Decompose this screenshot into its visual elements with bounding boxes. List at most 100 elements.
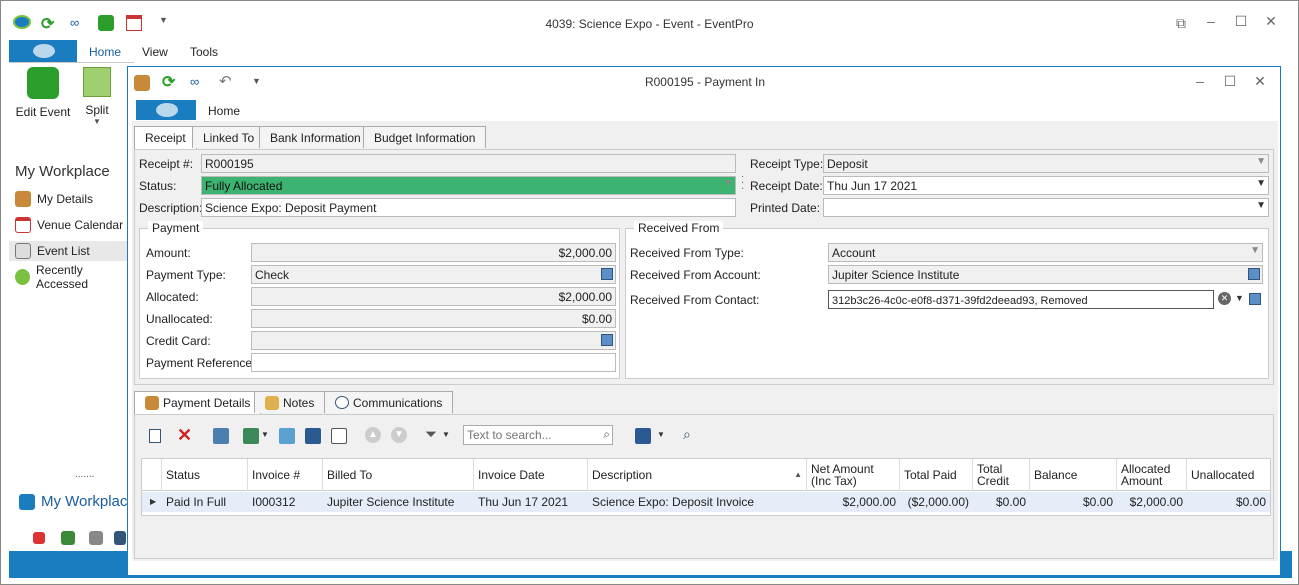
lookup-icon[interactable]: [1248, 268, 1260, 280]
workplace-item-label: Venue Calendar: [37, 218, 124, 232]
receipt-type-label: Receipt Type:: [750, 157, 824, 171]
workplace-item-recently-accessed[interactable]: Recently Accessed: [15, 263, 131, 291]
chevron-down-icon[interactable]: ▼: [657, 430, 665, 439]
tab-budget-information[interactable]: Budget Information: [363, 126, 487, 148]
inner-maximize-button[interactable]: ☐: [1218, 73, 1242, 90]
cell-description: Science Expo: Deposit Invoice: [592, 495, 755, 509]
inner-tab-home[interactable]: Home: [208, 104, 240, 118]
tab-payment-details[interactable]: Payment Details: [134, 391, 262, 414]
splitter-grip[interactable]: .......: [75, 469, 94, 480]
tab-tools[interactable]: Tools: [190, 45, 218, 59]
grid-header-description[interactable]: Description ▲: [588, 459, 807, 491]
detail-tabs: Payment Details Notes Communications: [134, 391, 734, 415]
receipt-tabs: Receipt Linked To Bank Information Budge…: [134, 126, 1034, 150]
tab-bank-information[interactable]: Bank Information: [259, 126, 372, 148]
amount-field[interactable]: $2,000.00: [251, 243, 616, 262]
grid-header-total-credit[interactable]: Total Credit: [973, 459, 1030, 491]
printed-date-field[interactable]: ▼: [823, 198, 1269, 217]
tab-label: Notes: [283, 395, 315, 410]
map-icon[interactable]: [61, 531, 75, 545]
grid-header-total-paid[interactable]: Total Paid: [900, 459, 973, 491]
printer-icon[interactable]: [89, 531, 103, 545]
chevron-down-icon[interactable]: ▼: [261, 430, 269, 439]
move-down-icon[interactable]: ▼: [391, 427, 407, 443]
clear-icon[interactable]: ✕: [1218, 292, 1231, 305]
received-from-type-field[interactable]: Account ▼: [828, 243, 1263, 262]
export-icon[interactable]: [635, 428, 651, 444]
lookup-icon[interactable]: [601, 334, 613, 346]
outer-window-title: 4039: Science Expo - Event - EventPro: [545, 17, 754, 31]
details-icon[interactable]: [331, 428, 347, 444]
grid-header-invoice-date[interactable]: Invoice Date: [474, 459, 588, 491]
unallocated-field[interactable]: $0.00: [251, 309, 616, 328]
workplace-footer[interactable]: My Workplace: [19, 493, 136, 510]
edit-list-icon[interactable]: [213, 428, 229, 444]
tab-receipt[interactable]: Receipt: [134, 126, 197, 149]
cell-status: Paid In Full: [166, 495, 227, 509]
open-window-icon[interactable]: [279, 428, 295, 444]
restore-ribbon-icon[interactable]: ⧉: [1169, 15, 1193, 32]
report-icon[interactable]: [114, 531, 126, 545]
add-multiple-icon[interactable]: [243, 428, 259, 444]
receipt-no-field[interactable]: R000195: [201, 154, 736, 173]
find-icon[interactable]: ⌕: [683, 426, 691, 443]
maximize-button[interactable]: ☐: [1229, 13, 1253, 30]
row-selector-icon[interactable]: ▶: [146, 492, 162, 512]
tab-linked-to[interactable]: Linked To: [192, 126, 266, 148]
description-field[interactable]: Science Expo: Deposit Payment: [201, 198, 736, 217]
filter-icon[interactable]: ⏷: [425, 426, 437, 443]
chevron-down-icon[interactable]: ▼: [442, 430, 450, 439]
delete-icon[interactable]: ✕: [177, 425, 192, 446]
grid-header-status[interactable]: Status: [162, 459, 248, 491]
minimize-button[interactable]: –: [1199, 13, 1223, 29]
splitter-icon[interactable]: · · ·: [741, 172, 744, 194]
inner-close-button[interactable]: ✕: [1248, 73, 1272, 90]
search-icon[interactable]: ⌕: [603, 427, 610, 442]
tab-home[interactable]: Home: [89, 45, 121, 59]
document-icon[interactable]: [305, 428, 321, 444]
list-icon: [15, 243, 31, 259]
close-button[interactable]: ✕: [1259, 13, 1283, 30]
grid-header-billed-to[interactable]: Billed To: [323, 459, 474, 491]
workplace-item-my-details[interactable]: My Details: [15, 189, 93, 209]
sort-ascending-icon: ▲: [794, 470, 802, 479]
grid-header-balance[interactable]: Balance: [1030, 459, 1117, 491]
grid-header-unallocated[interactable]: Unallocated: [1187, 459, 1270, 491]
payment-reference-field[interactable]: [251, 353, 616, 372]
inner-file-tab[interactable]: [136, 100, 196, 120]
grid-header-invoice-no[interactable]: Invoice #: [248, 459, 323, 491]
receipt-type-field[interactable]: Deposit ▼: [823, 154, 1269, 173]
app-logo-icon: [156, 103, 178, 117]
payment-type-field[interactable]: Check: [251, 265, 616, 284]
tab-view[interactable]: View: [142, 45, 168, 59]
received-from-account-field[interactable]: Jupiter Science Institute: [828, 265, 1263, 284]
grid-header-allocated-amount[interactable]: Allocated Amount: [1117, 459, 1187, 491]
search-input[interactable]: [464, 426, 590, 444]
move-up-icon[interactable]: ▲: [365, 427, 381, 443]
lookup-icon[interactable]: [1249, 293, 1261, 305]
receipt-date-field[interactable]: Thu Jun 17 2021 ▼: [823, 176, 1269, 195]
grid-header: Status Invoice # Billed To Invoice Date …: [142, 459, 1270, 491]
tab-notes[interactable]: Notes: [254, 391, 326, 413]
gear-icon: [27, 67, 59, 99]
table-row[interactable]: ▶ Paid In Full I000312 Jupiter Science I…: [142, 492, 1270, 512]
grid-header-net-amount[interactable]: Net Amount (Inc Tax): [807, 459, 900, 491]
workplace-item-event-list[interactable]: Event List: [9, 241, 131, 261]
workplace-item-venue-calendar[interactable]: Venue Calendar: [15, 215, 123, 235]
search-box[interactable]: ⌕: [463, 425, 613, 445]
lookup-icon[interactable]: [601, 268, 613, 280]
edit-event-button[interactable]: Edit Event: [13, 67, 73, 123]
chevron-down-icon[interactable]: ▼: [1235, 293, 1244, 303]
pin-icon[interactable]: [33, 532, 45, 544]
received-from-contact-field[interactable]: 312b3c26-4c0c-e0f8-d371-39fd2deead93, Re…: [828, 290, 1214, 309]
allocated-field[interactable]: $2,000.00: [251, 287, 616, 306]
split-button[interactable]: Split ▼: [79, 67, 115, 133]
received-from-type-value: Account: [832, 246, 876, 260]
chevron-down-icon: ▼: [1256, 156, 1266, 167]
status-field[interactable]: Fully Allocated ▼: [201, 176, 736, 195]
tab-communications[interactable]: Communications: [324, 391, 454, 413]
inner-minimize-button[interactable]: –: [1188, 73, 1212, 89]
outer-file-tab[interactable]: [9, 40, 77, 62]
new-icon[interactable]: [149, 429, 161, 443]
credit-card-field[interactable]: [251, 331, 616, 350]
